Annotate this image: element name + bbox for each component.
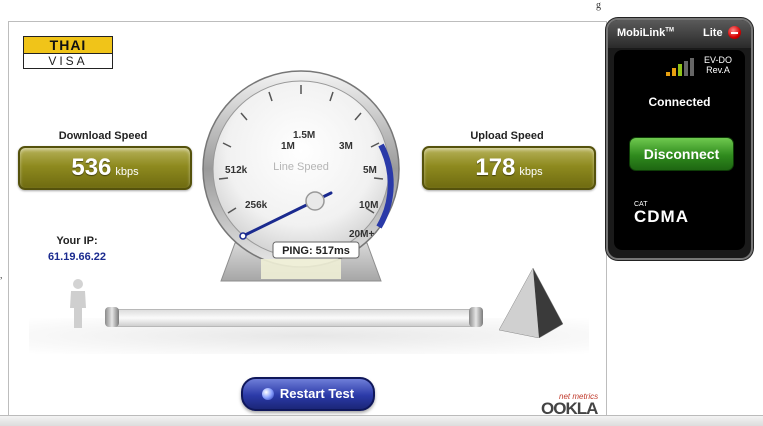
mobilink-edition: Lite <box>703 27 723 39</box>
download-speed-label: Download Speed <box>58 130 148 142</box>
bottom-scroll-strip <box>0 415 763 426</box>
network-type: EV-DO Rev.A <box>704 55 732 75</box>
download-speed-value: 536 <box>71 154 112 181</box>
gauge-tick-10m: 10M <box>359 200 378 211</box>
upload-speed-label: Upload Speed <box>470 130 544 142</box>
upload-speed-value: 178 <box>475 154 516 181</box>
page-text-fragment: g <box>596 0 601 11</box>
disconnect-button[interactable]: Disconnect <box>629 137 734 171</box>
person-icon <box>70 279 86 328</box>
ping-text: PING: 517ms <box>282 245 350 257</box>
close-icon[interactable] <box>728 26 741 39</box>
cdma-logo-text: CDMA <box>634 207 689 226</box>
gauge-title: Line Speed <box>273 161 329 173</box>
upload-speed-unit: kbps <box>519 166 543 178</box>
ookla-logo[interactable]: net metrics OOKLA <box>537 392 601 416</box>
signal-bars-icon <box>666 58 696 76</box>
upload-speed-box: 178 kbps <box>422 146 596 190</box>
thai-visa-logo[interactable]: THAI VISA <box>23 36 113 69</box>
mobilink-widget: MobiLinkTM Lite EV-DO Rev.A Connected Di… <box>606 18 753 260</box>
your-ip-label: Your IP: <box>56 235 98 247</box>
rail-right-cap <box>469 307 483 327</box>
gauge-hub <box>305 191 325 211</box>
mobilink-title: MobiLinkTM <box>617 27 674 39</box>
gauge-tick-5m: 5M <box>363 165 377 176</box>
gauge-tick-1-5m: 1.5M <box>293 130 315 141</box>
download-speed-box: 536 kbps <box>18 146 192 190</box>
network-revision: Rev.A <box>706 65 730 75</box>
download-speed-unit: kbps <box>115 166 139 178</box>
connection-status: Connected <box>648 95 711 109</box>
network-name: EV-DO <box>704 55 733 65</box>
restart-test-label: Restart Test <box>279 386 355 401</box>
logo-line-thai: THAI <box>24 37 112 54</box>
restart-icon <box>261 387 274 400</box>
browser-top-strip: g <box>0 0 763 20</box>
speed-gauge: 256k 512k 1M 1.5M 3M 5M 10M 20M+ Line Sp… <box>202 70 400 282</box>
mobilink-body: EV-DO Rev.A Connected Disconnect CAT CDM… <box>614 50 745 250</box>
cat-cdma-logo: CAT CDMA <box>634 201 689 226</box>
gauge-tick-512k: 512k <box>225 165 248 176</box>
speed-test-panel: THAI VISA Download Speed 536 kbps Upload … <box>8 21 607 417</box>
progress-rail <box>107 309 481 327</box>
gauge-tick-3m: 3M <box>339 141 353 152</box>
your-ip-value: 61.19.66.22 <box>47 251 107 263</box>
gauge-tick-1m: 1M <box>281 141 295 152</box>
gauge-tick-256k: 256k <box>245 200 268 211</box>
rail-left-cap <box>105 307 119 327</box>
left-text-fragment: , <box>0 270 3 281</box>
restart-test-button[interactable]: Restart Test <box>241 377 375 411</box>
gauge-tick-20m: 20M+ <box>349 229 374 240</box>
logo-line-visa: VISA <box>48 54 88 68</box>
pyramid-icon <box>499 268 563 338</box>
